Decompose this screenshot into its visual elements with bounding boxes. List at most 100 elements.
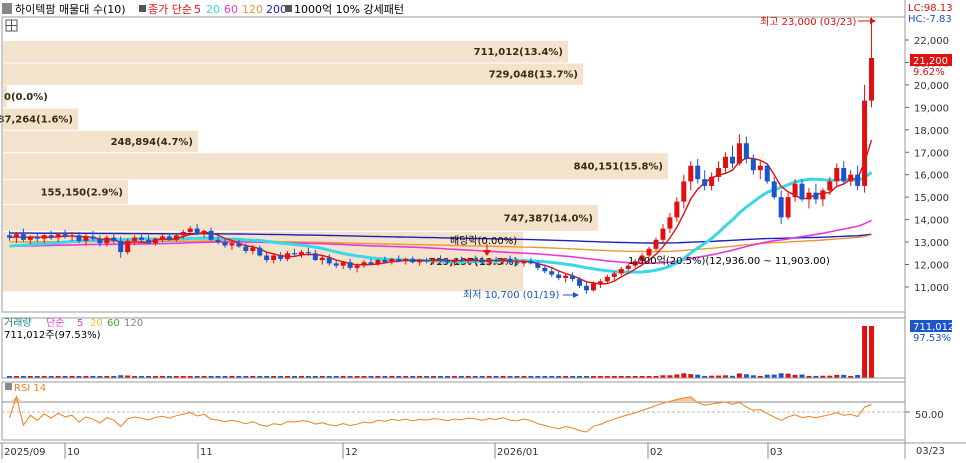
candle-body xyxy=(646,248,652,256)
y-tick-label: 20,000 xyxy=(914,81,949,92)
candle-body xyxy=(319,257,325,261)
candle-body xyxy=(556,274,562,278)
volume-bar xyxy=(688,374,694,378)
x-tick-label: 03 xyxy=(770,447,783,458)
candle-body xyxy=(869,57,875,101)
volume-bar xyxy=(869,326,875,378)
x-tick-label: 02 xyxy=(650,447,663,458)
candle-body xyxy=(681,181,687,202)
candle-body xyxy=(792,183,798,198)
ma-legend-prefix: 종가 단순 xyxy=(148,3,192,16)
candle-body xyxy=(354,265,360,268)
lc-label: LC:98.13 xyxy=(908,3,953,14)
candle-body xyxy=(347,262,353,268)
candle-body xyxy=(340,262,346,266)
candle-body xyxy=(514,262,520,264)
pattern-legend: 1000억 10% 강세패턴 xyxy=(294,3,404,16)
candle-body xyxy=(389,258,395,263)
volume-ma-120: 120 xyxy=(124,318,143,329)
candle-body xyxy=(764,165,770,182)
candle-body xyxy=(382,260,388,263)
volume-title: 거래량 xyxy=(4,317,32,329)
candle-body xyxy=(723,156,729,168)
volume-ma-prefix: 단순 xyxy=(46,317,64,329)
candle-body xyxy=(118,240,124,253)
panel-toggle-icon[interactable] xyxy=(2,3,12,14)
y-tick-label: 14,000 xyxy=(914,216,949,227)
candle-body xyxy=(597,281,603,284)
candle-body xyxy=(396,258,402,262)
volume-bar xyxy=(862,326,868,378)
candle-body xyxy=(695,165,701,180)
rsi-level-label: 50.00 xyxy=(915,410,944,421)
candle-body xyxy=(841,167,847,182)
candle-body xyxy=(139,237,145,240)
candle-body xyxy=(583,285,589,291)
candle-body xyxy=(104,237,110,244)
volume-profile-label: 155,150(2.9%) xyxy=(41,188,123,199)
candle-body xyxy=(69,235,75,237)
candle-body xyxy=(653,239,659,249)
candle-body xyxy=(785,197,791,218)
volume-profile-label: 711,012(13.4%) xyxy=(474,47,563,58)
price-tag: 21,200 xyxy=(913,56,948,67)
candle-body xyxy=(674,201,680,218)
candle-body xyxy=(716,167,722,177)
candle-body xyxy=(618,268,624,274)
candle-body xyxy=(827,181,833,191)
ma-legend-20: 20 xyxy=(206,3,220,16)
chart-canvas[interactable]: 711,012(13.4%) 729,048(13.7%) 0(0.0%) 87,26… xyxy=(0,0,966,459)
candle-body xyxy=(743,143,749,159)
y-tick-label: 11,000 xyxy=(914,283,949,294)
candle-body xyxy=(528,261,534,264)
volume-bar xyxy=(771,374,777,378)
candle-body xyxy=(424,260,430,262)
candle-body xyxy=(848,174,854,182)
candle-body xyxy=(13,234,19,238)
candle-body xyxy=(257,247,263,256)
candle-body xyxy=(444,260,450,263)
price-pct: 9.62% xyxy=(913,67,945,78)
candle-body xyxy=(451,260,457,263)
candle-body xyxy=(403,258,409,262)
last-date-tag: 03/23 xyxy=(916,446,945,457)
volume-profile-bar xyxy=(3,153,668,180)
candle-body xyxy=(271,255,277,261)
candle-body xyxy=(521,261,527,264)
candle-body xyxy=(368,262,374,265)
candle-body xyxy=(187,228,193,232)
candle-body xyxy=(62,234,68,237)
rsi-marker-icon xyxy=(5,383,12,390)
y-tick-label: 19,000 xyxy=(914,103,949,114)
candle-body xyxy=(493,260,499,262)
candle-body xyxy=(855,174,861,186)
x-tick-label: 12 xyxy=(345,447,358,458)
candle-body xyxy=(90,236,96,239)
x-tick-label: 2026/01 xyxy=(497,447,539,458)
candle-body xyxy=(326,257,332,264)
candle-body xyxy=(132,237,138,241)
candle-body xyxy=(264,255,270,261)
candle-body xyxy=(222,242,228,246)
candle-body xyxy=(542,267,548,272)
candle-body xyxy=(76,235,82,241)
candle-body xyxy=(417,260,423,263)
candle-body xyxy=(757,165,763,171)
pattern-annotation: 1,000억(20.5%)(12,936.00 ~ 11,903.00) xyxy=(628,255,830,267)
candle-body xyxy=(201,230,207,235)
y-tick-label: 17,000 xyxy=(914,148,949,159)
rsi-title: RSI 14 xyxy=(14,383,46,394)
candle-body xyxy=(166,236,172,240)
dividend-annotation: 배당락(0.00%) xyxy=(450,235,517,247)
volume-bar xyxy=(736,373,742,378)
candle-body xyxy=(55,234,61,238)
volume-bar xyxy=(799,374,805,378)
y-tick-label: 15,000 xyxy=(914,193,949,204)
candle-body xyxy=(292,253,298,255)
candle-body xyxy=(97,238,103,244)
volume-pct: 97.53% xyxy=(913,333,951,344)
candle-body xyxy=(431,258,437,262)
candle-body xyxy=(285,253,291,259)
volume-profile-label: 747,387(14.0%) xyxy=(504,213,593,224)
volume-ma-60: 60 xyxy=(107,318,120,329)
